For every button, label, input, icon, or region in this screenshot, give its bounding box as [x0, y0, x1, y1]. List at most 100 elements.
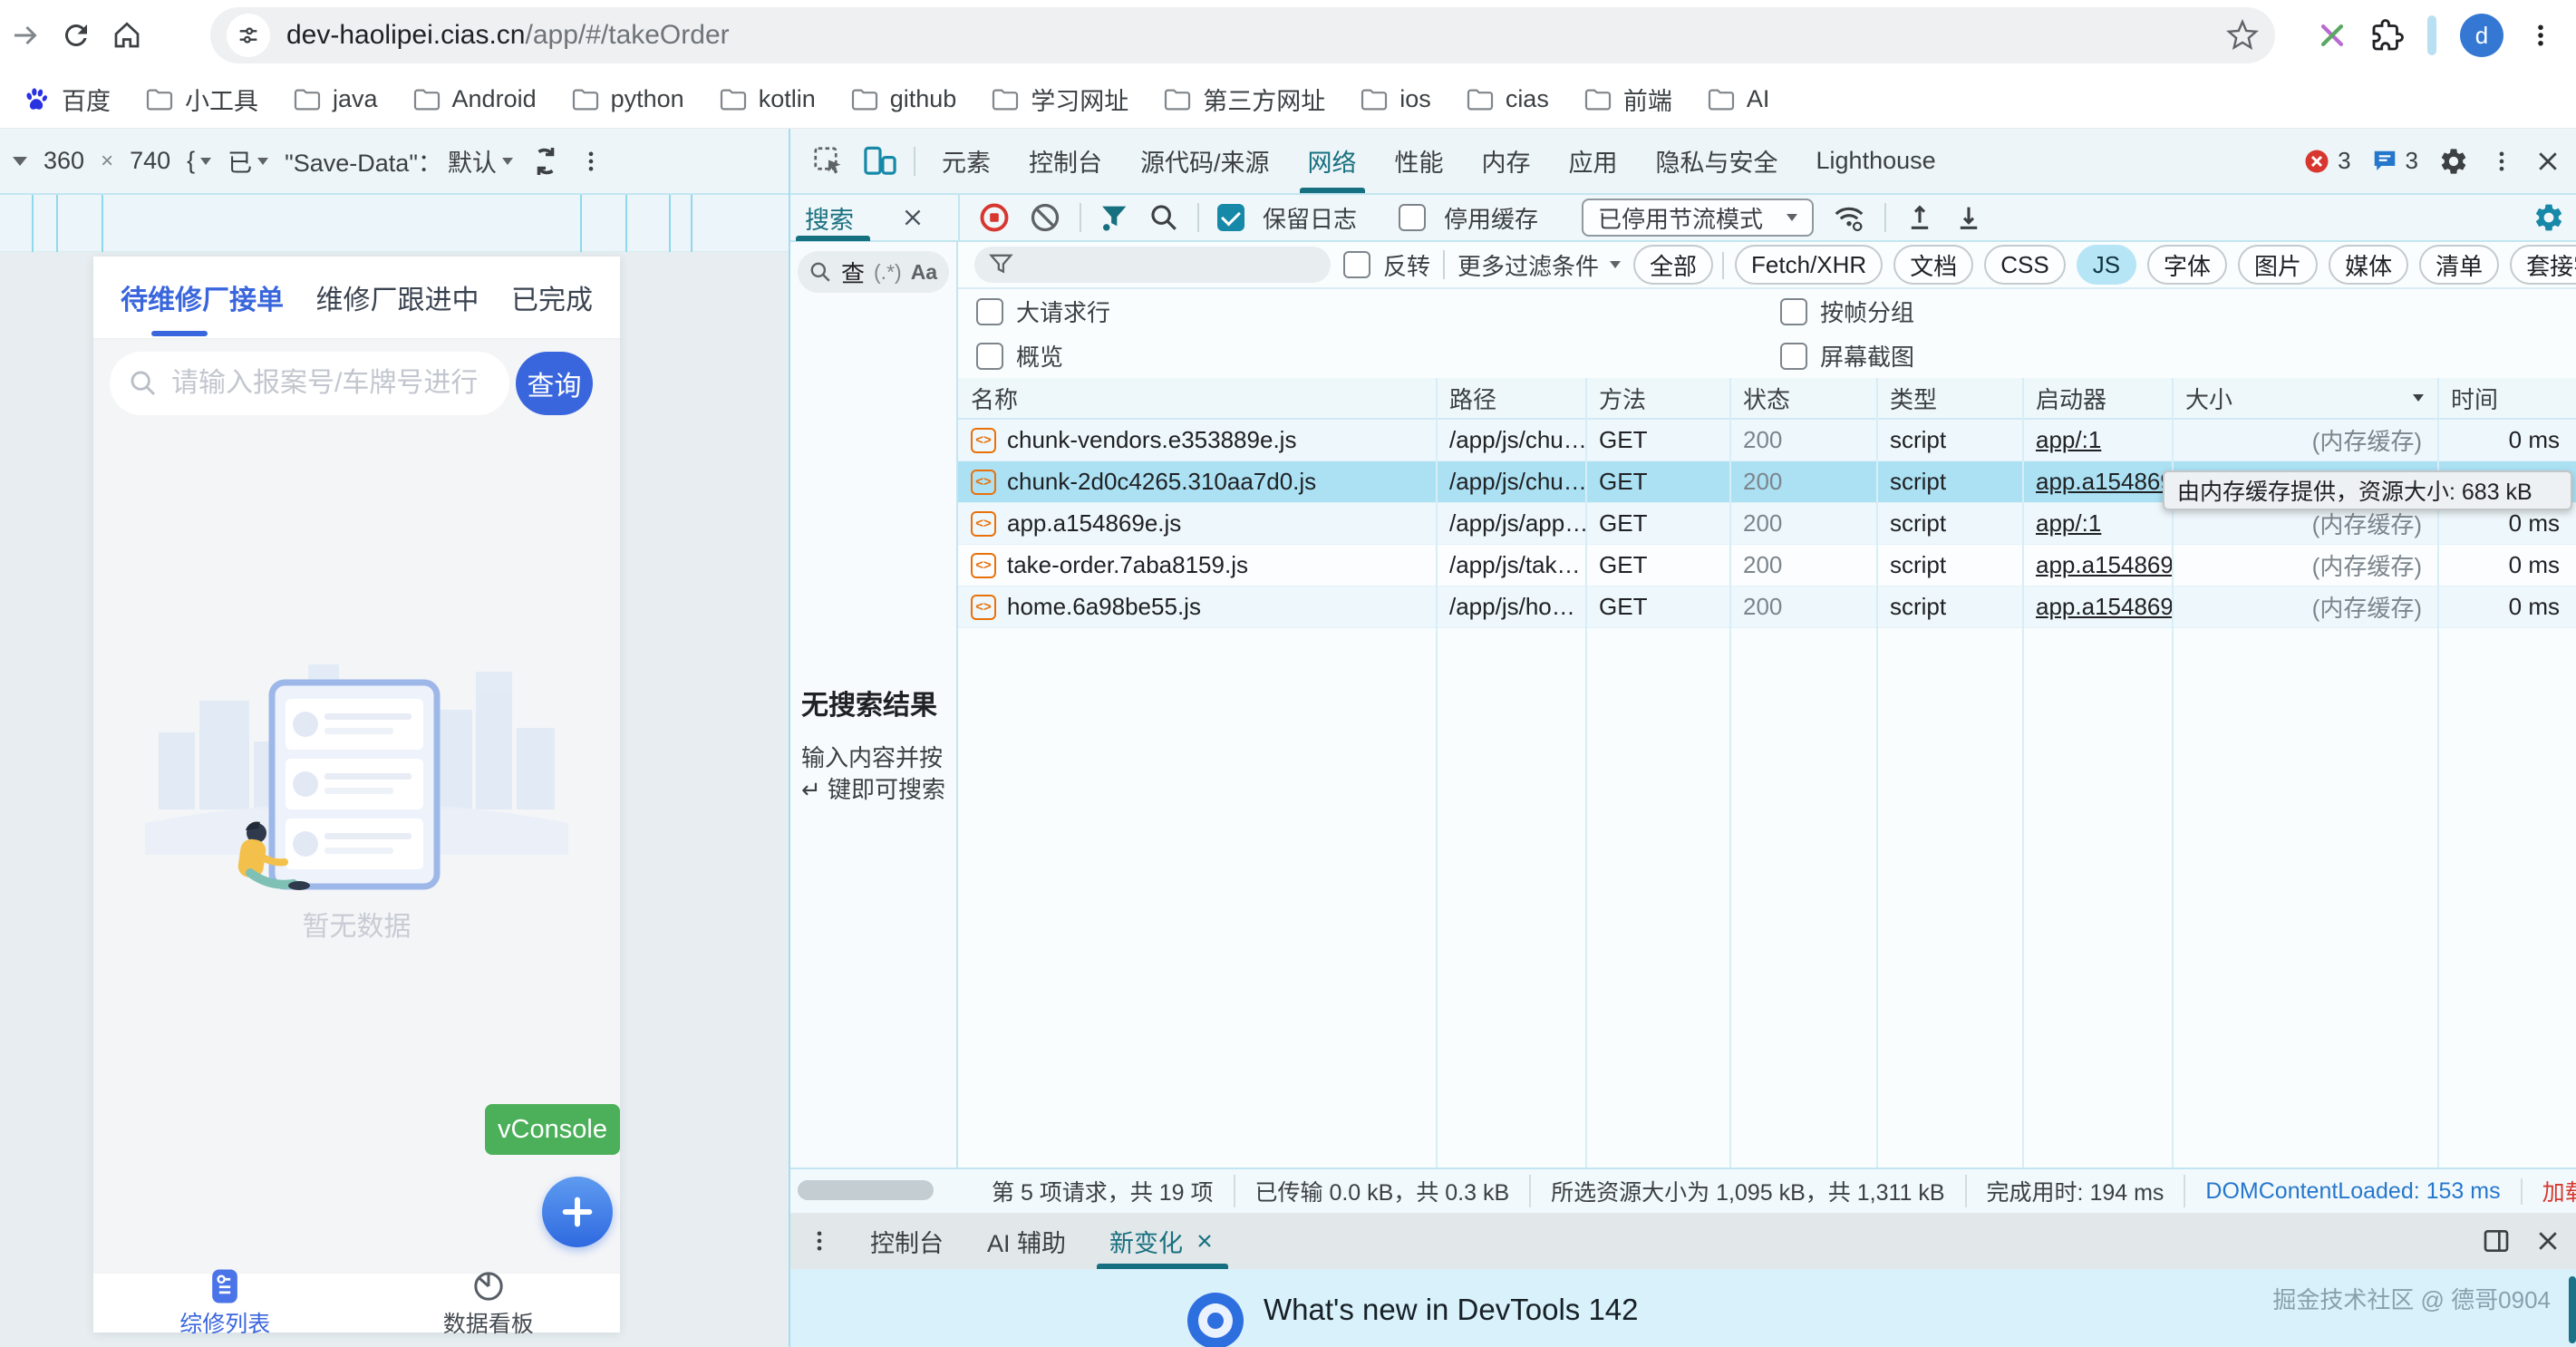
big-rows-option[interactable]: 大请求行: [976, 295, 1780, 328]
close-icon[interactable]: [901, 206, 925, 229]
throttle-dropdown-mini[interactable]: 已: [228, 143, 268, 179]
vconsole-button[interactable]: vConsole: [485, 1104, 620, 1155]
whats-new-title[interactable]: What's new in DevTools 142: [1264, 1293, 1639, 1327]
devtools-tab[interactable]: Lighthouse: [1797, 129, 1955, 193]
col-initiator[interactable]: 启动器: [2023, 378, 2173, 418]
filter-chip[interactable]: 媒体: [2329, 245, 2408, 285]
export-har-button[interactable]: [1953, 202, 1984, 233]
bookmark-folder[interactable]: 第三方网址: [1163, 82, 1325, 117]
drawer-menu-button[interactable]: [790, 1228, 848, 1254]
throttling-select[interactable]: 已停用节流模式: [1582, 199, 1814, 237]
bookmark-folder[interactable]: cias: [1466, 85, 1549, 113]
profile-avatar[interactable]: d: [2460, 14, 2503, 57]
devtools-tab[interactable]: 元素: [923, 129, 1010, 193]
filter-chip[interactable]: Fetch/XHR: [1735, 245, 1883, 285]
horizontal-scrollbar[interactable]: [798, 1180, 934, 1200]
nav-item-dashboard[interactable]: 数据看板: [357, 1274, 621, 1332]
bookmark-folder[interactable]: ios: [1360, 85, 1431, 113]
split-panel-icon[interactable]: [2482, 1226, 2511, 1255]
bookmark-folder[interactable]: AI: [1707, 85, 1770, 113]
filter-button[interactable]: [1099, 202, 1130, 233]
issues-badge[interactable]: 3: [2371, 147, 2418, 175]
network-conditions-button[interactable]: [1832, 200, 1866, 235]
extensions-button[interactable]: [2371, 19, 2404, 52]
site-settings-button[interactable]: [227, 14, 270, 57]
save-data-dropdown[interactable]: "Save-Data"：默认: [285, 143, 513, 179]
network-settings-button[interactable]: [2532, 201, 2576, 234]
search-panel-tab[interactable]: 搜索: [790, 194, 958, 241]
devtools-menu-button[interactable]: [2489, 149, 2514, 174]
drawer-tab[interactable]: AI 辅助: [965, 1213, 1088, 1269]
app-query-button[interactable]: 查询: [516, 352, 593, 415]
zoom-dropdown[interactable]: {: [187, 147, 211, 175]
overview-option[interactable]: 概览: [976, 339, 1780, 373]
bookmark-folder[interactable]: Android: [412, 85, 537, 113]
filter-chip[interactable]: CSS: [1984, 245, 2065, 285]
col-type[interactable]: 类型: [1877, 378, 2023, 418]
filter-chip[interactable]: 套接字: [2510, 245, 2576, 285]
devtools-tab[interactable]: 源代码/来源: [1121, 129, 1289, 193]
bookmark-folder[interactable]: 小工具: [145, 82, 258, 117]
devtools-tab[interactable]: 控制台: [1010, 129, 1121, 193]
record-stop-button[interactable]: [978, 201, 1011, 234]
close-icon[interactable]: [1194, 1230, 1215, 1252]
preserve-log-checkbox[interactable]: [1217, 204, 1244, 231]
browser-menu-button[interactable]: [2527, 22, 2554, 49]
network-request-row[interactable]: <>home.6a98be55.js /app/js/ho… GET 200 s…: [958, 586, 2576, 628]
drawer-tab[interactable]: 新变化: [1088, 1213, 1237, 1269]
app-tab[interactable]: 待维修厂接单: [121, 277, 284, 317]
errors-badge[interactable]: 3: [2303, 147, 2350, 175]
request-initiator[interactable]: app.a154869e: [2023, 461, 2173, 502]
devtools-tab[interactable]: 内存: [1463, 129, 1550, 193]
col-path[interactable]: 路径: [1437, 378, 1586, 418]
device-width[interactable]: 360: [44, 147, 84, 175]
clear-button[interactable]: [1029, 201, 1061, 234]
extension-x-button[interactable]: [2317, 20, 2348, 51]
app-search-input[interactable]: [171, 368, 479, 399]
devtools-tab[interactable]: 应用: [1550, 129, 1637, 193]
device-height[interactable]: 740: [130, 147, 170, 175]
filter-chip[interactable]: 图片: [2238, 245, 2318, 285]
home-button[interactable]: [102, 10, 152, 61]
filter-chip[interactable]: JS: [2077, 245, 2136, 285]
close-icon[interactable]: [2534, 1227, 2561, 1255]
address-bar[interactable]: dev-haolipei.cias.cn/app/#/takeOrder: [210, 7, 2275, 63]
regex-toggle[interactable]: (.*): [874, 260, 902, 285]
forward-button[interactable]: [0, 10, 51, 61]
match-case-toggle[interactable]: Aa: [911, 260, 937, 285]
app-tab[interactable]: 已完成: [511, 277, 593, 317]
invert-filter-checkbox[interactable]: [1343, 251, 1370, 278]
group-by-frame-option[interactable]: 按帧分组: [1780, 295, 2576, 328]
devtools-close-button[interactable]: [2534, 148, 2561, 175]
devtools-tab[interactable]: 性能: [1376, 129, 1463, 193]
app-tab[interactable]: 维修厂跟进中: [316, 277, 479, 317]
col-method[interactable]: 方法: [1586, 378, 1730, 418]
app-search-bar[interactable]: [110, 352, 509, 415]
filter-chip[interactable]: 文档: [1893, 245, 1973, 285]
request-initiator[interactable]: app/:1: [2023, 503, 2173, 544]
request-initiator[interactable]: app.a154869e: [2023, 586, 2173, 627]
rotate-device-icon[interactable]: [529, 145, 562, 178]
col-status[interactable]: 状态: [1730, 378, 1877, 418]
add-order-fab[interactable]: [542, 1177, 613, 1247]
bookmark-folder[interactable]: github: [850, 85, 957, 113]
col-name[interactable]: 名称: [958, 378, 1437, 418]
reload-button[interactable]: [51, 10, 102, 61]
bookmark-folder[interactable]: 前端: [1583, 82, 1672, 117]
device-toolbar-menu-icon[interactable]: [578, 149, 604, 174]
search-requests-button[interactable]: [1148, 202, 1179, 233]
request-initiator[interactable]: app/:1: [2023, 420, 2173, 460]
devtools-settings-button[interactable]: [2438, 146, 2469, 177]
filter-input[interactable]: [974, 247, 1331, 283]
bookmark-folder[interactable]: java: [293, 85, 378, 113]
nav-item-repair-list[interactable]: 综修列表: [93, 1274, 357, 1332]
import-har-button[interactable]: [1904, 202, 1935, 233]
more-filters-dropdown[interactable]: 更多过滤条件: [1457, 248, 1621, 282]
request-initiator[interactable]: app.a154869e: [2023, 545, 2173, 586]
network-request-row[interactable]: <>chunk-vendors.e353889e.js /app/js/chu……: [958, 420, 2576, 461]
bookmark-star-button[interactable]: [2226, 19, 2259, 52]
col-time[interactable]: 时间: [2438, 378, 2576, 418]
drawer-tab[interactable]: 控制台: [848, 1213, 965, 1269]
bookmark-folder[interactable]: 学习网址: [991, 82, 1128, 117]
col-size[interactable]: 大小: [2173, 378, 2438, 418]
